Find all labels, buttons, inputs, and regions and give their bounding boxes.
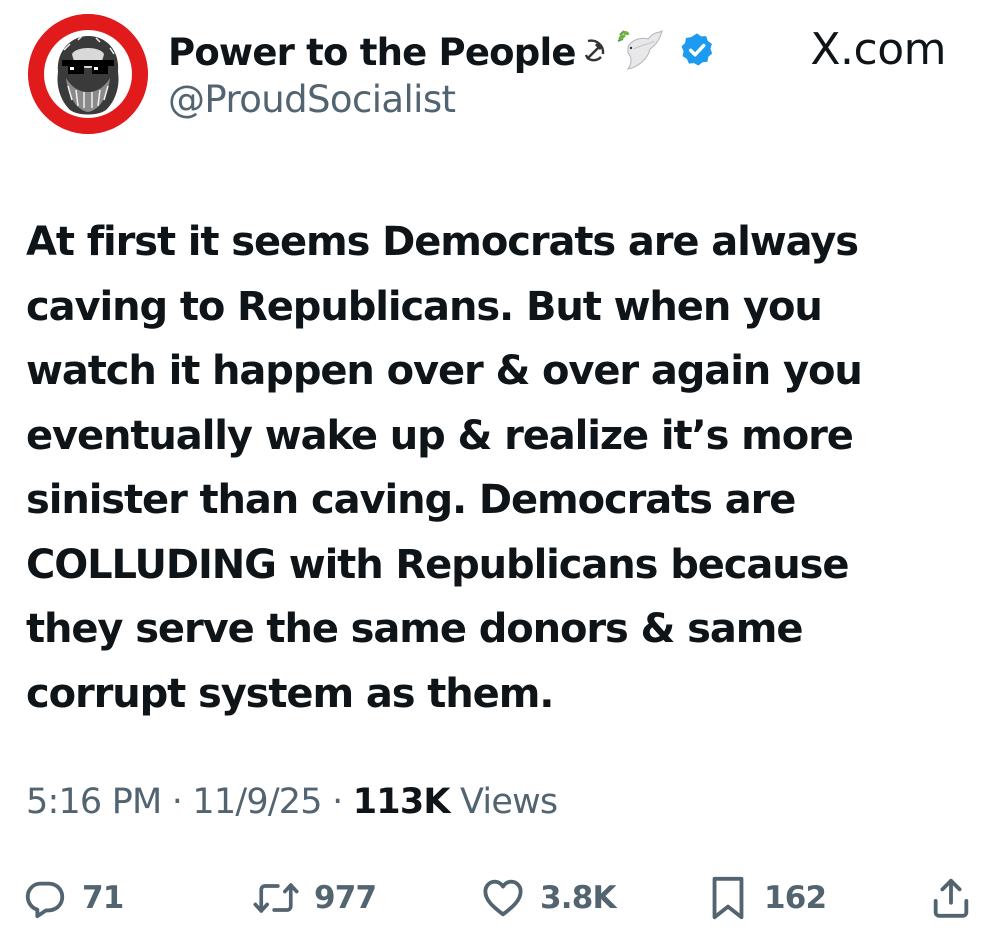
tweet-card: Power to the People @ProudSocialist X.co… [0, 0, 1000, 934]
hammer-and-sickle-icon [582, 35, 608, 69]
heart-icon [480, 875, 526, 921]
bookmark-count: 162 [764, 880, 827, 916]
verified-badge-icon[interactable] [678, 31, 716, 73]
like-button[interactable]: 3.8K [480, 868, 617, 928]
user-handle[interactable]: @ProudSocialist [168, 78, 456, 121]
tweet-text-line: caving to Republicans. But when you [26, 283, 823, 330]
views-count: 113K [352, 782, 451, 822]
source-label: X.com [810, 24, 946, 75]
retweet-icon [252, 875, 300, 921]
share-icon [928, 874, 974, 922]
tweet-text-line: eventually wake up & realize it’s more [26, 412, 854, 459]
tweet-text: At first it seems Democrats are always c… [26, 210, 976, 726]
reply-count: 71 [82, 880, 124, 916]
tweet-time[interactable]: 5:16 PM [26, 782, 162, 822]
retweet-count: 977 [314, 880, 377, 916]
bookmark-icon [706, 873, 750, 923]
bookmark-button[interactable]: 162 [706, 868, 827, 928]
reply-button[interactable]: 71 [22, 868, 124, 928]
name-row: Power to the People [168, 26, 716, 78]
tweet-text-line: watch it happen over & over again you [26, 348, 863, 394]
tweet-date[interactable]: 11/9/25 [192, 782, 322, 822]
tweet-text-line: corrupt system as them. [26, 670, 554, 717]
tweet-text-line: they serve the same donors & same [26, 606, 803, 652]
display-name[interactable]: Power to the People [168, 31, 576, 74]
avatar[interactable] [28, 14, 148, 134]
tweet-meta: 5:16 PM · 11/9/25 · 113K Views [26, 782, 558, 822]
reply-icon [22, 875, 68, 921]
like-count: 3.8K [540, 880, 617, 916]
dove-icon [614, 27, 664, 77]
avatar-image [28, 14, 148, 134]
tweet-text-line: sinister than caving. Democrats are [26, 477, 796, 523]
views-label: Views [460, 782, 558, 822]
retweet-button[interactable]: 977 [252, 868, 377, 928]
share-button[interactable] [928, 868, 974, 928]
meta-separator: · [332, 782, 343, 822]
action-bar: 71 977 3.8K 162 [0, 868, 1000, 928]
meta-separator: · [171, 782, 183, 822]
tweet-text-line: At first it seems Democrats are always [26, 219, 859, 265]
tweet-text-line: COLLUDING with Republicans because [26, 541, 849, 588]
